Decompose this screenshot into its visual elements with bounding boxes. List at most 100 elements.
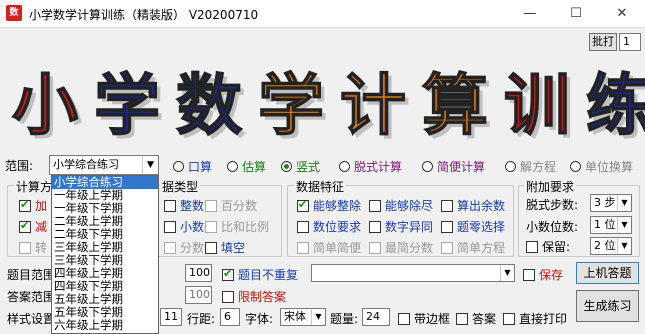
checkbox-icon xyxy=(369,221,381,233)
decimal-checkbox[interactable]: 小数 xyxy=(164,218,204,235)
close-button[interactable]: ✕ xyxy=(599,0,645,28)
minimize-button[interactable]: — xyxy=(507,0,553,28)
zero-select-checkbox[interactable]: 题零选择 xyxy=(441,218,505,235)
columns-input[interactable]: 11 xyxy=(160,308,182,326)
batch-mark-button[interactable]: 批打 xyxy=(589,33,617,51)
question-range-input[interactable]: 100 xyxy=(185,264,212,282)
checkbox-label: 减 xyxy=(35,220,48,234)
window-title: 小学数学计算训练（精装版） V20200710 xyxy=(29,8,259,22)
direct-print-checkbox[interactable]: 直接打印 xyxy=(503,310,567,327)
convert-checkbox[interactable]: 转 xyxy=(19,239,47,256)
remainder-checkbox[interactable]: 算出余数 xyxy=(441,197,505,214)
mode-radio-oral[interactable]: 口算 xyxy=(173,158,212,175)
range-label: 范围: xyxy=(5,159,34,173)
digit-req-checkbox[interactable]: 数位要求 xyxy=(297,218,361,235)
batch-mark-input[interactable]: 1 xyxy=(619,33,641,51)
title-bar: 数 小学数学计算训练（精装版） V20200710 — ☐ ✕ xyxy=(0,0,645,28)
decimals-select[interactable]: 1 位 ▼ xyxy=(590,216,632,234)
logo-char: 训 xyxy=(504,67,570,144)
answer-range-input[interactable]: 100 xyxy=(185,286,212,304)
maximize-button[interactable]: ☐ xyxy=(553,0,599,28)
rowgap-input[interactable]: 6 xyxy=(220,308,240,326)
checkbox-label: 题零选择 xyxy=(457,220,506,234)
range-option[interactable]: 六年级上学期 xyxy=(52,319,158,332)
digit-diff-checkbox[interactable]: 数字异同 xyxy=(369,218,433,235)
chevron-down-icon: ▼ xyxy=(617,217,631,233)
steps-value: 3 步 xyxy=(594,196,616,209)
checkbox-icon xyxy=(441,242,453,254)
integer-checkbox[interactable]: 整数 xyxy=(164,197,204,214)
keep-checkbox[interactable]: 保留: xyxy=(526,238,570,255)
simplest-fraction-checkbox[interactable]: 最简分数 xyxy=(369,239,433,256)
count-input[interactable]: 24 xyxy=(362,308,390,326)
checkbox-label: 题目不重复 xyxy=(238,268,299,282)
border-checkbox[interactable]: 带边框 xyxy=(398,310,450,327)
checkbox-icon xyxy=(222,267,234,281)
chevron-down-icon: ▼ xyxy=(311,309,325,325)
logo-char: 学 xyxy=(94,67,160,144)
style-settings-label: 样式设置 xyxy=(7,312,56,326)
checkbox-icon xyxy=(503,313,515,325)
logo-char: 学 xyxy=(258,67,324,144)
exact-divide-checkbox[interactable]: 能够除尽 xyxy=(369,197,433,214)
template-combo[interactable]: ▼ xyxy=(311,264,515,282)
chevron-down-icon: ▼ xyxy=(617,195,631,211)
chevron-down-icon: ▼ xyxy=(142,156,158,174)
checkbox-label: 算出余数 xyxy=(457,199,506,213)
range-select[interactable]: 小学综合练习 ▼ xyxy=(49,155,159,175)
checkbox-icon xyxy=(297,221,309,233)
mode-label: 单位换算 xyxy=(585,160,634,174)
mode-radio-estimate[interactable]: 估算 xyxy=(227,158,266,175)
steps-select[interactable]: 3 步 ▼ xyxy=(590,194,632,212)
range-selected-value: 小学综合练习 xyxy=(53,158,119,171)
app-logo: 小小 学学 数数 学学 计计 算算 训训 练练 xyxy=(11,66,645,148)
percent-checkbox[interactable]: 百分数 xyxy=(205,197,257,214)
checkbox-label: 能够除尽 xyxy=(385,199,434,213)
mode-label: 竖式 xyxy=(296,160,321,174)
fraction-checkbox[interactable]: 分数 xyxy=(164,239,204,256)
answer-checkbox[interactable]: 答案 xyxy=(456,310,496,327)
logo-char: 计 xyxy=(340,67,406,144)
checkbox-icon xyxy=(398,313,410,325)
simple-easy-checkbox[interactable]: 简单简便 xyxy=(297,239,361,256)
font-select[interactable]: 宋体 ▼ xyxy=(280,308,326,326)
checkbox-label: 保留: xyxy=(542,240,571,254)
subtract-checkbox[interactable]: 减 xyxy=(19,218,47,235)
checkbox-icon xyxy=(297,242,309,254)
online-answer-button[interactable]: 上机答题 xyxy=(576,262,639,284)
simple-equation-checkbox[interactable]: 简单方程 xyxy=(441,239,505,256)
checkbox-label: 保存 xyxy=(539,268,564,282)
add-checkbox[interactable]: 加 xyxy=(19,197,47,214)
checkbox-label: 数字异同 xyxy=(385,220,434,234)
keep-select[interactable]: 2 位 ▼ xyxy=(590,237,632,255)
no-repeat-checkbox[interactable]: 题目不重复 xyxy=(222,266,298,283)
mode-radio-vertical[interactable]: 竖式 xyxy=(281,158,320,175)
mode-radio-simplify[interactable]: 简便计算 xyxy=(422,158,485,175)
checkbox-label: 限制答案 xyxy=(238,290,287,304)
checkbox-icon xyxy=(222,291,234,303)
mode-label: 口算 xyxy=(188,160,213,174)
checkbox-icon xyxy=(164,221,176,233)
save-checkbox[interactable]: 保存 xyxy=(523,266,563,283)
checkbox-label: 小数 xyxy=(180,220,205,234)
generate-button[interactable]: 生成练习 xyxy=(576,290,639,322)
ratio-checkbox[interactable]: 比和比例 xyxy=(205,218,269,235)
radio-icon xyxy=(281,161,292,172)
rowgap-label: 行距: xyxy=(187,312,216,326)
mode-radio-unit[interactable]: 单位换算 xyxy=(570,158,633,175)
fill-blank-checkbox[interactable]: 填空 xyxy=(205,239,245,256)
checkbox-label: 带边框 xyxy=(414,312,451,326)
radio-icon xyxy=(339,161,350,172)
checkbox-icon xyxy=(456,313,468,325)
data-type-group-title: 据类型 xyxy=(160,178,201,195)
logo-char: 算 xyxy=(422,67,488,144)
checkbox-icon xyxy=(205,221,217,233)
mode-radio-equation[interactable]: 解方程 xyxy=(505,158,556,175)
checkbox-label: 最简分数 xyxy=(385,241,434,255)
divisible-checkbox[interactable]: 能够整除 xyxy=(297,197,361,214)
font-label: 字体: xyxy=(245,312,274,326)
mode-radio-stepwise[interactable]: 脱式计算 xyxy=(339,158,402,175)
limit-answer-checkbox[interactable]: 限制答案 xyxy=(222,288,286,305)
mode-label: 简便计算 xyxy=(437,160,486,174)
range-dropdown-list[interactable]: 小学综合练习 一年级上学期 一年级下学期 二年级上学期 二年级下学期 三年级上学期 三年级下… xyxy=(51,175,159,334)
